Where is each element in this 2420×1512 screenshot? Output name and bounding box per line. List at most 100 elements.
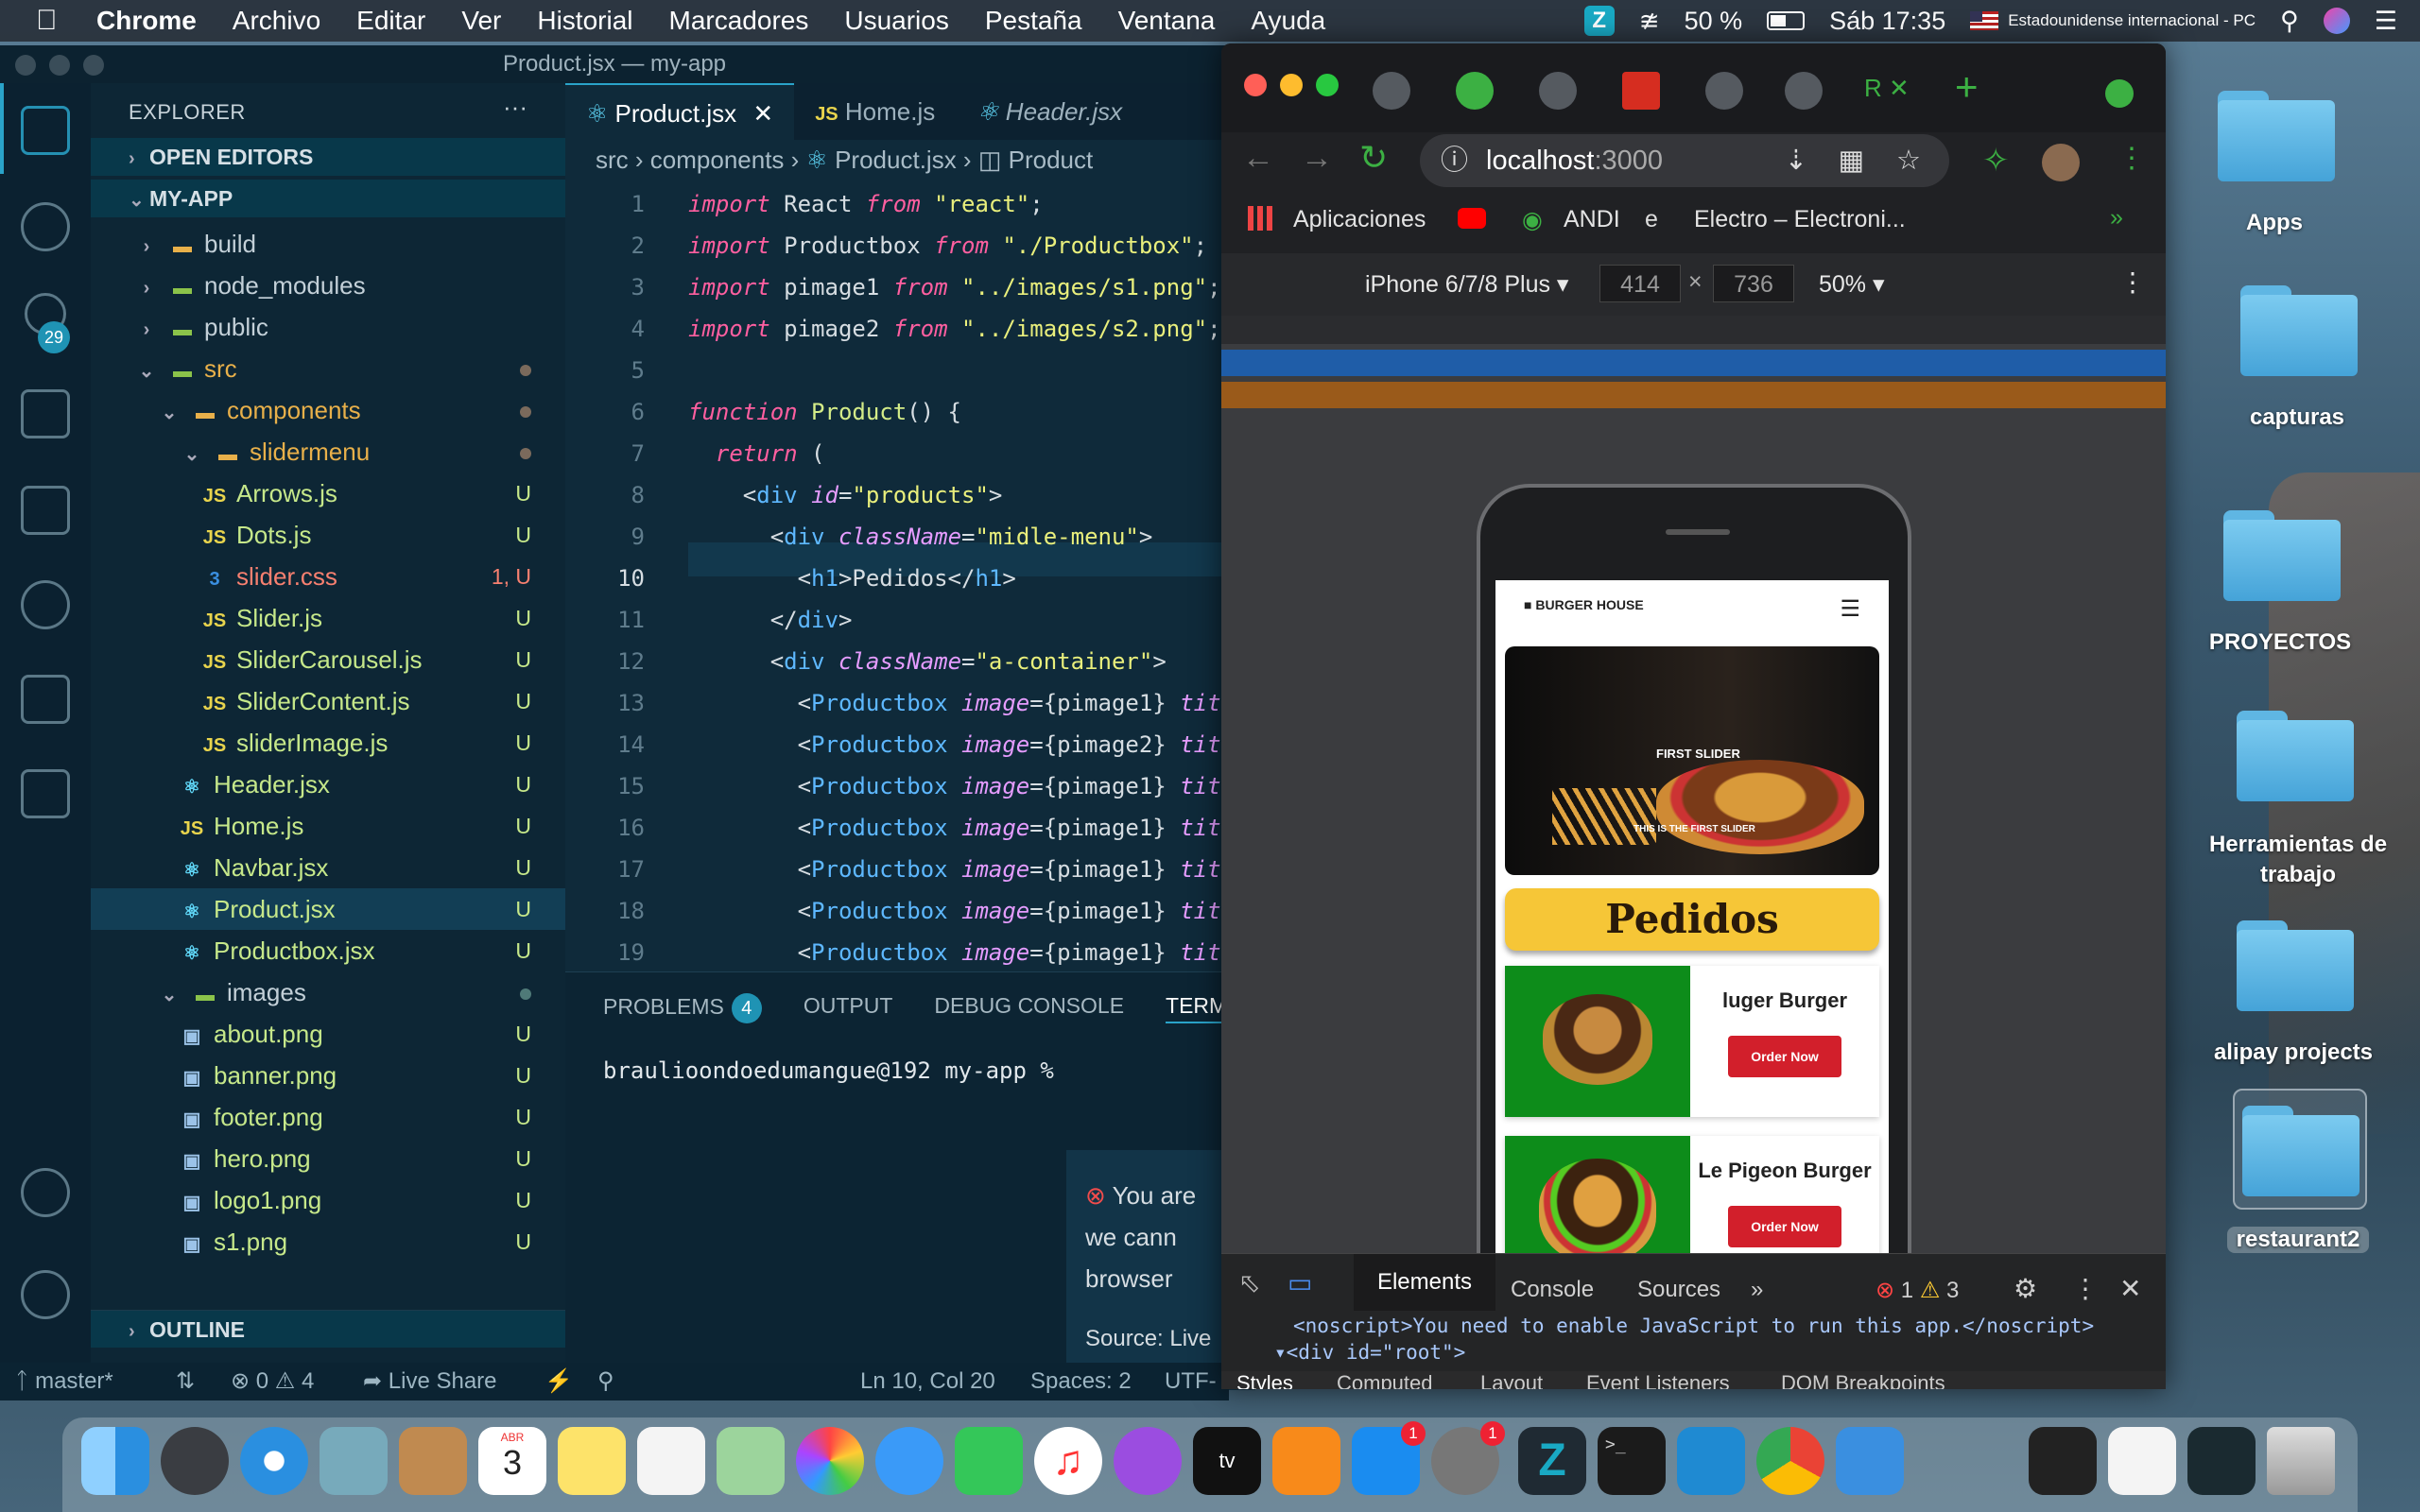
dom-node-noscript[interactable]: <noscript>You need to enable JavaScript … <box>1293 1314 2144 1337</box>
account-icon[interactable] <box>21 1168 70 1217</box>
bookmark-electro[interactable]: Electro – Electroni... <box>1694 206 1906 233</box>
live-share-status[interactable]: ➦ Live Share <box>363 1363 497 1400</box>
device-height-input[interactable]: 736 <box>1713 265 1794 302</box>
code-line[interactable]: <h1>Pedidos</h1> <box>688 565 1016 592</box>
address-bar[interactable]: ⓘ localhost:3000 ⇣ ▦ ☆ <box>1420 134 1949 187</box>
problems-status[interactable]: ⊗ 0 ⚠ 4 <box>231 1363 314 1400</box>
minimize-window-button[interactable] <box>1280 74 1303 96</box>
search-icon[interactable] <box>21 202 70 251</box>
trash-icon[interactable] <box>2267 1427 2335 1495</box>
tree-item[interactable]: JS Slider.js U <box>91 597 565 639</box>
terminal-prompt[interactable]: braulioondoedumangue@192 my-app % <box>603 1057 1054 1084</box>
finder-icon[interactable] <box>81 1427 149 1495</box>
browser-tab[interactable] <box>1785 72 1823 110</box>
device-menu-icon[interactable]: ⋮ <box>2119 266 2146 298</box>
project-section[interactable]: ⌄ MY-APP <box>91 180 565 217</box>
error-count[interactable]: ⊗ 1 ⚠ 3 <box>1876 1277 1959 1304</box>
reload-icon[interactable]: ↻ <box>1359 138 1388 178</box>
forward-icon[interactable]: → <box>1301 140 1333 177</box>
install-icon[interactable]: ⇣ <box>1785 134 1807 187</box>
tree-item[interactable]: ⚛ Product.jsx U <box>91 888 565 930</box>
tab-product-jsx[interactable]: ⚛ Product.jsx ✕ <box>565 83 795 140</box>
extensions-icon[interactable]: ✧ <box>1982 142 2010 180</box>
desktop-folder-label[interactable]: PROYECTOS <box>2176 629 2384 656</box>
subtab-layout[interactable]: Layout <box>1480 1371 1543 1389</box>
open-editors-section[interactable]: › OPEN EDITORS <box>91 138 565 176</box>
folder-icon[interactable] <box>2223 510 2341 601</box>
code-line[interactable]: <Productbox image={pimage1} tit <box>688 690 1221 716</box>
tab-sources[interactable]: Sources <box>1637 1277 1720 1303</box>
maximize-window-button[interactable] <box>1316 74 1339 96</box>
tab-home-js[interactable]: JS Home.js <box>794 83 957 140</box>
code-line[interactable]: <Productbox image={pimage1} tit <box>688 773 1221 799</box>
code-line[interactable]: <div id="products"> <box>688 482 1003 508</box>
profile-sync-icon[interactable] <box>2105 79 2134 108</box>
desktop-folder-label[interactable]: Herramientas de trabajo <box>2189 830 2407 890</box>
inspect-element-icon[interactable]: ⬁ <box>1238 1267 1260 1298</box>
breadcrumb-src[interactable]: src <box>596 146 629 174</box>
folder-icon[interactable] <box>2237 920 2354 1011</box>
pin-icon[interactable]: ⚲ <box>597 1363 614 1400</box>
device-select[interactable]: iPhone 6/7/8 Plus ▾ <box>1365 270 1568 299</box>
menu-ventana[interactable]: Ventana <box>1118 6 1216 36</box>
terminal-icon[interactable]: >_ <box>1598 1427 1666 1495</box>
sync-icon[interactable]: ⇅ <box>176 1363 195 1400</box>
browser-tab[interactable] <box>1373 72 1410 110</box>
input-source-flag-icon[interactable] <box>1970 11 1999 30</box>
hero-slider[interactable]: FIRST SLIDER THIS IS THE FIRST SLIDER <box>1505 646 1879 875</box>
live-share-icon[interactable] <box>21 675 70 724</box>
subtab-styles[interactable]: Styles <box>1236 1371 1293 1389</box>
vscode-icon[interactable] <box>1677 1427 1745 1495</box>
tab-console[interactable]: Console <box>1511 1277 1594 1303</box>
tree-item[interactable]: JS Home.js U <box>91 805 565 847</box>
close-tab-icon[interactable]: ✕ <box>752 99 773 128</box>
code-line[interactable]: <Productbox image={pimage2} tit <box>688 731 1221 758</box>
tree-item[interactable]: ▣ about.png U <box>91 1013 565 1055</box>
outline-section[interactable]: › OUTLINE <box>91 1310 565 1348</box>
tree-item[interactable]: › ▬ build <box>91 223 565 265</box>
input-source-label[interactable]: Estadounidense internacional - PC <box>2008 11 2256 30</box>
bookmark-aplicaciones[interactable]: Aplicaciones <box>1293 206 1426 233</box>
messages-icon[interactable] <box>875 1427 943 1495</box>
menu-editar[interactable]: Editar <box>356 6 425 36</box>
html-file-icon[interactable] <box>2029 1427 2097 1495</box>
tree-item[interactable]: › ▬ public <box>91 306 565 348</box>
menu-usuarios[interactable]: Usuarios <box>844 6 948 36</box>
preview-file-icon[interactable] <box>2108 1427 2176 1495</box>
explorer-icon[interactable] <box>21 106 70 155</box>
zoom-menu-icon[interactable]: Z <box>1583 6 1615 36</box>
tab-problems[interactable]: PROBLEMS 4 <box>603 993 762 1023</box>
menu-historial[interactable]: Historial <box>537 6 632 36</box>
tree-item[interactable]: JS sliderImage.js U <box>91 722 565 764</box>
close-window-button[interactable] <box>15 55 36 76</box>
active-tab[interactable]: R ✕ <box>1864 74 1910 103</box>
wifi-icon[interactable]: ≇ <box>1639 7 1660 36</box>
apple-tv-icon[interactable]: tv <box>1193 1427 1261 1495</box>
order-now-button[interactable]: Order Now <box>1728 1206 1841 1247</box>
maps-icon[interactable] <box>717 1427 785 1495</box>
facetime-icon[interactable] <box>955 1427 1023 1495</box>
menu-ver[interactable]: Ver <box>461 6 501 36</box>
close-devtools-icon[interactable]: ✕ <box>2119 1273 2141 1304</box>
tree-item[interactable]: ⌄ ▬ slidermenu <box>91 431 565 472</box>
tree-item[interactable]: 3 slider.css 1, U <box>91 556 565 597</box>
tree-item[interactable]: ▣ hero.png U <box>91 1138 565 1179</box>
spotlight-search-icon[interactable]: ⚲ <box>2280 7 2299 36</box>
new-tab-button[interactable]: + <box>1955 64 1979 110</box>
xcode-icon[interactable] <box>1836 1427 1904 1495</box>
folder-icon[interactable] <box>2240 285 2358 376</box>
hamburger-menu-icon[interactable]: ☰ <box>1840 595 1860 623</box>
folder-icon[interactable] <box>2237 711 2354 801</box>
menu-pestana[interactable]: Pestaña <box>985 6 1082 36</box>
folder-icon[interactable] <box>2218 91 2335 181</box>
code-line[interactable]: <Productbox image={pimage1} tit <box>688 815 1221 841</box>
back-icon[interactable]: ← <box>1242 140 1274 177</box>
subtab-computed[interactable]: Computed <box>1337 1371 1433 1389</box>
devtools-menu-icon[interactable]: ⋮ <box>2072 1273 2099 1304</box>
safari-icon[interactable] <box>240 1427 308 1495</box>
device-width-input[interactable]: 414 <box>1599 265 1681 302</box>
branch-status[interactable]: ᛏ master* <box>15 1363 113 1400</box>
desktop-folder-label[interactable]: capturas <box>2193 404 2401 431</box>
more-bookmarks-icon[interactable]: » <box>2110 204 2123 232</box>
breadcrumb-file[interactable]: Product.jsx <box>835 146 957 174</box>
